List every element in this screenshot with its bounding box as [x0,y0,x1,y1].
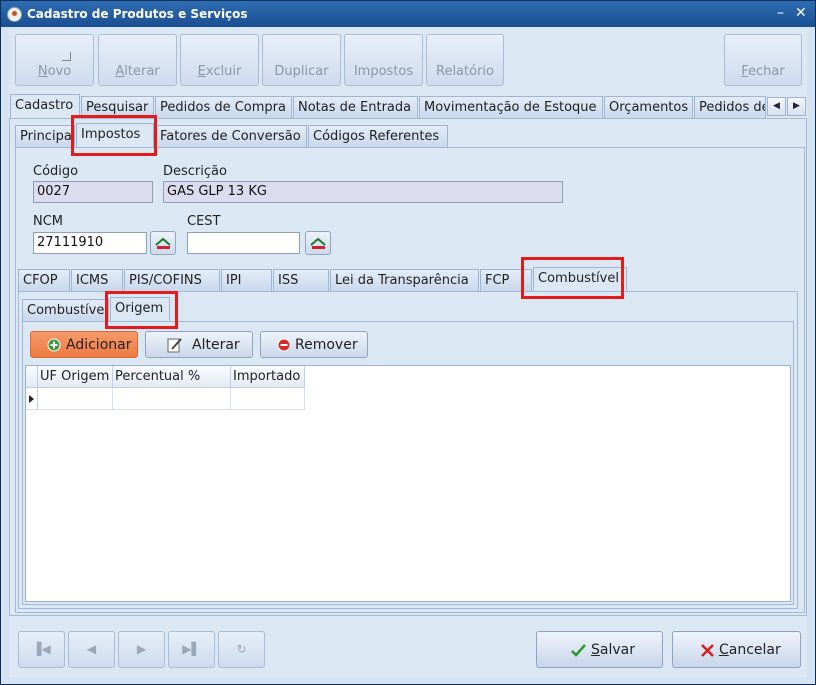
codigo-label: Código [33,164,79,179]
tab-impostos[interactable]: Impostos [76,123,154,148]
excluir-button[interactable]: Excluir [180,34,259,86]
grid-cell[interactable] [38,388,113,410]
impostos-button[interactable]: Impostos [344,34,423,86]
adicionar-button[interactable]: Adicionar [30,331,138,358]
previous-record-button[interactable]: ◀ [68,631,115,668]
descricao-label: Descrição [163,164,227,179]
fechar-button[interactable]: Fechar [724,34,802,86]
grid-indicator-header [26,366,38,388]
client-area: Novo Alterar Excluir Duplicar Impostos R… [9,29,807,677]
cest-lookup-icon[interactable] [305,231,331,255]
remover-button[interactable]: Remover [260,331,368,358]
close-icon[interactable]: ✕ [795,5,807,21]
tab-fatores-de-conversao[interactable]: Fatores de Conversão [155,125,307,147]
tab-pedidos-de-compra[interactable]: Pedidos de Compra [155,96,292,118]
new-icon [62,52,71,61]
tab-iss[interactable]: ISS [273,269,329,291]
tab-fcp[interactable]: FCP [480,269,532,291]
first-record-button[interactable]: ▐◀ [18,631,65,668]
main-window: Cadastro de Produtos e Serviços – ✕ Novo… [0,0,816,685]
tab-pis-cofins[interactable]: PIS/COFINS [124,269,220,291]
tab-notas-de-entrada[interactable]: Notas de Entrada [293,96,418,118]
duplicar-button[interactable]: Duplicar [262,34,341,86]
relatorio-button[interactable]: Relatório [426,34,504,86]
app-icon [7,7,22,22]
check-icon [571,644,586,657]
tab-origem[interactable]: Origem [110,297,170,322]
alterar-button[interactable]: Alterar [98,34,177,86]
grid-header-percentual[interactable]: Percentual % [113,366,231,388]
ncm-label: NCM [33,214,64,229]
tab-scroll-right-icon[interactable]: ▶ [787,97,806,116]
codigo-field[interactable]: 0027 [33,181,153,203]
cancelar-button[interactable]: Cancelar [672,631,801,668]
cancel-x-icon [701,644,714,657]
tab-ipi[interactable]: IPI [221,269,272,291]
sub-tab-bar: Principal Impostos Fatores de Conversão … [15,123,805,148]
refresh-button[interactable]: ↻ [218,631,265,668]
cest-field[interactable] [187,232,300,254]
cest-label: CEST [187,214,221,229]
ncm-lookup-icon[interactable] [150,231,176,255]
origem-grid[interactable]: UF Origem Percentual % Importado [25,365,791,602]
descricao-field[interactable]: GAS GLP 13 KG [163,181,563,203]
grid-header-uf-origem[interactable]: UF Origem [38,366,113,388]
salvar-button[interactable]: Salvar [536,631,663,668]
minimize-icon[interactable]: – [777,5,784,21]
grid-cell[interactable] [113,388,231,410]
alterar-item-button[interactable]: Alterar [145,331,253,358]
tab-combustivel-sub[interactable]: Combustível [22,299,109,321]
tab-icms[interactable]: ICMS [71,269,123,291]
main-tab-bar: Cadastro Pesquisar Pedidos de Compra Not… [9,94,807,119]
grid-header-importado[interactable]: Importado [231,366,305,388]
tab-cfop[interactable]: CFOP [18,269,70,291]
tab-combustivel[interactable]: Combustível [533,267,627,292]
tab-pedidos-de-venda[interactable]: Pedidos de [694,96,766,118]
row-indicator-icon [26,388,38,410]
plus-icon [47,338,61,352]
title-bar[interactable]: Cadastro de Produtos e Serviços – ✕ [1,1,815,27]
next-record-button[interactable]: ▶ [118,631,165,668]
tab-scroll-left-icon[interactable]: ◀ [767,97,786,116]
grid-cell[interactable] [231,388,305,410]
remove-icon [277,338,291,352]
tab-pesquisar[interactable]: Pesquisar [81,96,154,118]
tab-cadastro[interactable]: Cadastro [10,94,80,119]
novo-button[interactable]: Novo [15,34,94,86]
tab-lei-da-transparencia[interactable]: Lei da Transparência [330,269,479,291]
tax-tab-bar: CFOP ICMS PIS/COFINS IPI ISS Lei da Tran… [18,267,798,292]
edit-icon [167,338,182,353]
tab-codigos-referentes[interactable]: Códigos Referentes [308,125,448,147]
window-title: Cadastro de Produtos e Serviços [27,7,248,21]
tab-principal[interactable]: Principal [15,125,75,147]
ncm-field[interactable]: 27111910 [33,232,147,254]
tab-orcamentos[interactable]: Orçamentos [604,96,693,118]
tab-movimentacao-de-estoque[interactable]: Movimentação de Estoque [419,96,603,118]
last-record-button[interactable]: ▶▌ [168,631,215,668]
fuel-tab-bar: Combustível Origem [22,297,794,322]
